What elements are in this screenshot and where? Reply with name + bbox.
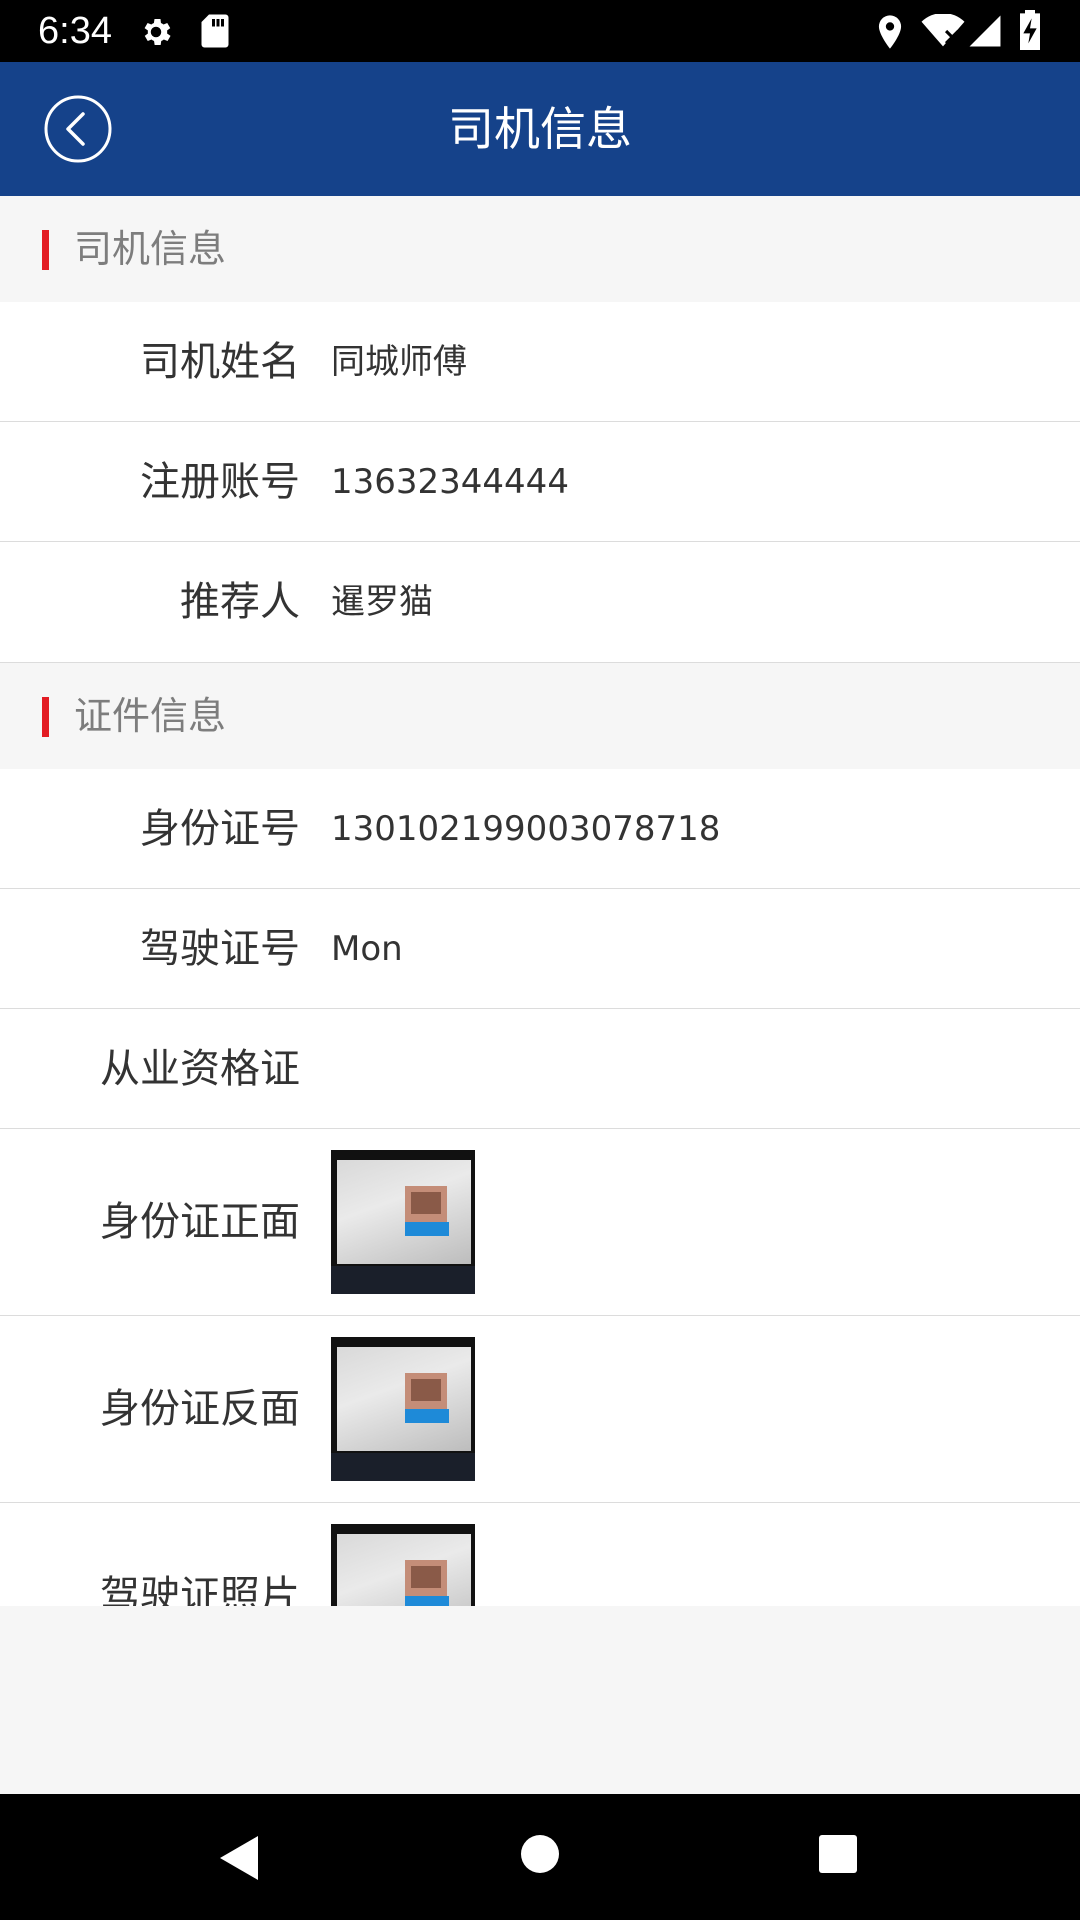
field-label: 注册账号 [140,459,300,505]
page-title: 司机信息 [448,102,632,156]
field-label: 身份证反面 [100,1386,300,1432]
field-value: 13632344444 [331,462,569,502]
app-bar: 司机信息 [0,62,1080,196]
gear-icon [138,14,174,54]
recents-square-icon [819,1835,857,1873]
content-scroll[interactable]: 司机信息 司机姓名 同城师傅 注册账号 13632344444 推荐人 暹罗猫 … [0,196,1080,1606]
id-back-thumbnail[interactable] [331,1337,475,1481]
section-header-license: 证件信息 [0,662,1080,769]
status-bar: 6:34 [0,0,1080,62]
location-icon [876,14,904,54]
license-photo-thumbnail[interactable] [331,1524,475,1606]
section-accent-bar [42,230,49,270]
wifi-off-icon [920,13,966,52]
nav-back-button[interactable] [216,1834,260,1886]
battery-charging-icon [1018,10,1042,54]
row-qualification: 从业资格证 [0,1009,1080,1129]
field-value: 暹罗猫 [331,582,433,622]
row-id-number: 身份证号 130102199003078718 [0,769,1080,889]
field-label: 从业资格证 [100,1046,300,1092]
home-circle-icon [521,1835,559,1873]
field-label: 驾驶证照片 [100,1573,300,1606]
field-label: 推荐人 [180,579,300,625]
system-nav-bar [0,1794,1080,1920]
signal-icon [968,14,1002,52]
field-label: 驾驶证号 [140,926,300,972]
section-title: 证件信息 [74,694,227,738]
row-driver-license: 驾驶证号 Mon [0,889,1080,1009]
section-title: 司机信息 [74,227,227,271]
row-account: 注册账号 13632344444 [0,422,1080,542]
section-header-driver: 司机信息 [0,196,1080,302]
back-triangle-icon [220,1836,258,1880]
field-value: 同城师傅 [331,342,467,382]
nav-recents-button[interactable] [818,1834,858,1878]
field-value: 130102199003078718 [331,809,721,849]
nav-home-button[interactable] [520,1834,560,1878]
section-accent-bar [42,697,49,737]
row-driver-name: 司机姓名 同城师傅 [0,302,1080,422]
row-id-front: 身份证正面 [0,1129,1080,1316]
row-referrer: 推荐人 暹罗猫 [0,542,1080,662]
row-license-photo: 驾驶证照片 [0,1503,1080,1606]
id-front-thumbnail[interactable] [331,1150,475,1294]
field-value: Mon [331,929,403,969]
sd-card-icon [200,13,230,53]
field-label: 司机姓名 [140,339,300,385]
field-label: 身份证正面 [100,1199,300,1245]
status-time: 6:34 [38,10,112,52]
row-id-back: 身份证反面 [0,1316,1080,1503]
field-label: 身份证号 [140,806,300,852]
